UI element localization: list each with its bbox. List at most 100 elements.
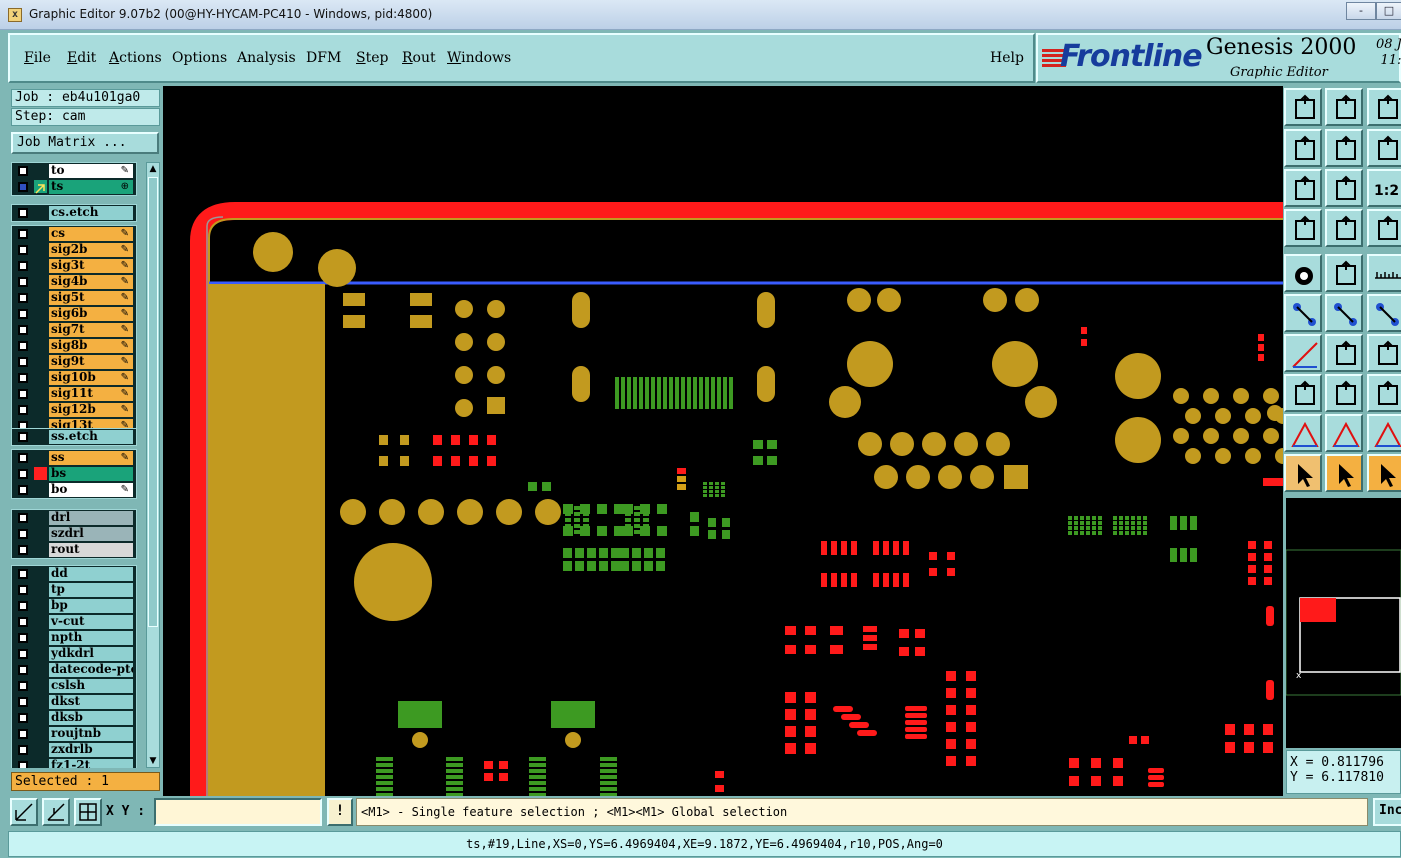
layer-checkbox[interactable] bbox=[18, 469, 28, 479]
probe-icon[interactable] bbox=[1325, 209, 1363, 247]
layer-row-cs.etch[interactable]: cs.etch bbox=[12, 205, 136, 220]
menu-analysis[interactable]: Analysis bbox=[237, 50, 296, 66]
layer-checkbox[interactable] bbox=[18, 649, 28, 659]
layer-row-szdrl[interactable]: szdrl bbox=[12, 526, 136, 541]
layer-row-zxdrlb[interactable]: zxdrlb bbox=[12, 742, 136, 757]
layer-row-ts[interactable]: ts ⊕ bbox=[12, 179, 136, 194]
layer-checkbox[interactable] bbox=[18, 681, 28, 691]
layer-checkbox[interactable] bbox=[18, 545, 28, 555]
add-arc-icon[interactable] bbox=[1325, 334, 1363, 372]
grid-icon[interactable] bbox=[74, 798, 102, 826]
layer-row-bp[interactable]: bp bbox=[12, 598, 136, 613]
job-matrix-button[interactable]: Job Matrix ... bbox=[11, 132, 159, 154]
layer-checkbox[interactable] bbox=[18, 529, 28, 539]
scroll-down-icon[interactable]: ▼ bbox=[147, 755, 159, 767]
layer-row-sig11t[interactable]: sig11t ✎ bbox=[12, 386, 136, 401]
layer-row-sig9t[interactable]: sig9t ✎ bbox=[12, 354, 136, 369]
graphic-canvas[interactable] bbox=[163, 86, 1283, 796]
line-color-icon[interactable] bbox=[1325, 374, 1363, 412]
layer-row-ss.etch[interactable]: ss.etch bbox=[12, 429, 136, 444]
layer-checkbox[interactable] bbox=[18, 697, 28, 707]
ratio-icon[interactable]: 1:2 bbox=[1367, 169, 1401, 207]
layer-row-sig2b[interactable]: sig2b ✎ bbox=[12, 242, 136, 257]
move-icon[interactable] bbox=[1367, 294, 1401, 332]
layer-row-dkst[interactable]: dkst bbox=[12, 694, 136, 709]
net-icon[interactable] bbox=[1367, 209, 1401, 247]
snap-icon[interactable] bbox=[10, 798, 38, 826]
center-icon[interactable] bbox=[1367, 374, 1401, 412]
maximize-button[interactable]: □ bbox=[1376, 2, 1401, 20]
ruler-icon[interactable] bbox=[1367, 254, 1401, 292]
zoom-home-down-icon[interactable] bbox=[1325, 88, 1363, 126]
layer-checkbox[interactable] bbox=[18, 432, 28, 442]
layer-checkbox[interactable] bbox=[18, 325, 28, 335]
layer-checkbox[interactable] bbox=[18, 357, 28, 367]
layer-checkbox[interactable] bbox=[18, 277, 28, 287]
pointer-box-icon[interactable] bbox=[1325, 454, 1363, 492]
layer-checkbox[interactable] bbox=[18, 601, 28, 611]
draw-line-icon[interactable] bbox=[1284, 334, 1322, 372]
layer-checkbox[interactable] bbox=[18, 182, 28, 192]
layer-checkbox[interactable] bbox=[18, 373, 28, 383]
menu-edit[interactable]: Edit bbox=[67, 50, 96, 66]
layer-checkbox[interactable] bbox=[18, 665, 28, 675]
layer-row-sig8b[interactable]: sig8b ✎ bbox=[12, 338, 136, 353]
undo-view-icon[interactable] bbox=[1367, 129, 1401, 167]
layer-checkbox[interactable] bbox=[18, 229, 28, 239]
layer-row-ss[interactable]: ss ✎ bbox=[12, 450, 136, 465]
layer-row-drl[interactable]: drl bbox=[12, 510, 136, 525]
pcb-drawing[interactable] bbox=[163, 86, 1283, 796]
layer-checkbox[interactable] bbox=[18, 261, 28, 271]
arch-icon[interactable] bbox=[1367, 414, 1401, 452]
layer-row-sig6b[interactable]: sig6b ✎ bbox=[12, 306, 136, 321]
layer-checkbox[interactable] bbox=[18, 405, 28, 415]
pointer-orange-icon[interactable] bbox=[1367, 454, 1401, 492]
layer-row-sig3t[interactable]: sig3t ✎ bbox=[12, 258, 136, 273]
layer-scrollbar[interactable]: ▲ ▼ bbox=[146, 162, 160, 768]
minimize-button[interactable]: - bbox=[1346, 2, 1376, 20]
layer-row-dksb[interactable]: dksb bbox=[12, 710, 136, 725]
layer-checkbox[interactable] bbox=[18, 569, 28, 579]
layer-row-v-cut[interactable]: v-cut bbox=[12, 614, 136, 629]
add-pad-icon[interactable] bbox=[1284, 254, 1322, 292]
measure-icon[interactable] bbox=[42, 798, 70, 826]
menu-step[interactable]: Step bbox=[356, 50, 388, 66]
layer-row-sig4b[interactable]: sig4b ✎ bbox=[12, 274, 136, 289]
layer-checkbox[interactable] bbox=[18, 513, 28, 523]
layer-checkbox[interactable] bbox=[18, 293, 28, 303]
scroll-up-icon[interactable]: ▲ bbox=[147, 163, 159, 175]
layer-row-dd[interactable]: dd bbox=[12, 566, 136, 581]
pan-left-icon[interactable] bbox=[1284, 129, 1322, 167]
layer-row-datecode-pte[interactable]: datecode-pte bbox=[12, 662, 136, 677]
add-surface-icon[interactable] bbox=[1325, 254, 1363, 292]
fit-profile-icon[interactable] bbox=[1325, 169, 1363, 207]
layer-row-tp[interactable]: tp bbox=[12, 582, 136, 597]
layer-checkbox[interactable] bbox=[18, 208, 28, 218]
layer-checkbox[interactable] bbox=[18, 389, 28, 399]
layer-checkbox[interactable] bbox=[18, 617, 28, 627]
scroll-thumb[interactable] bbox=[148, 177, 158, 627]
layer-checkbox[interactable] bbox=[18, 485, 28, 495]
layer-checkbox[interactable] bbox=[18, 745, 28, 755]
layer-row-roujtnb[interactable]: roujtnb bbox=[12, 726, 136, 741]
layer-row-sig7t[interactable]: sig7t ✎ bbox=[12, 322, 136, 337]
layer-row-sig12b[interactable]: sig12b ✎ bbox=[12, 402, 136, 417]
layer-checkbox[interactable] bbox=[18, 713, 28, 723]
menu-help[interactable]: Help bbox=[990, 50, 1024, 66]
layer-checkbox[interactable] bbox=[18, 245, 28, 255]
zoom-home-up-icon[interactable] bbox=[1284, 88, 1322, 126]
fit-window-icon[interactable] bbox=[1284, 169, 1322, 207]
pan-right-icon[interactable] bbox=[1325, 129, 1363, 167]
select-net-icon[interactable] bbox=[1284, 374, 1322, 412]
menu-file[interactable]: File bbox=[24, 50, 51, 66]
layer-row-rout[interactable]: rout bbox=[12, 542, 136, 557]
layer-row-bs[interactable]: bs bbox=[12, 466, 136, 481]
home-icon[interactable] bbox=[1367, 88, 1401, 126]
layer-checkbox[interactable] bbox=[18, 309, 28, 319]
layer-row-cs[interactable]: cs ✎ bbox=[12, 226, 136, 241]
menu-windows[interactable]: Windows bbox=[447, 50, 511, 66]
layer-row-sig10b[interactable]: sig10b ✎ bbox=[12, 370, 136, 385]
inc-button[interactable]: Inc bbox=[1373, 798, 1401, 826]
arrow-up-icon[interactable] bbox=[1325, 414, 1363, 452]
menu-options[interactable]: Options bbox=[172, 50, 227, 66]
